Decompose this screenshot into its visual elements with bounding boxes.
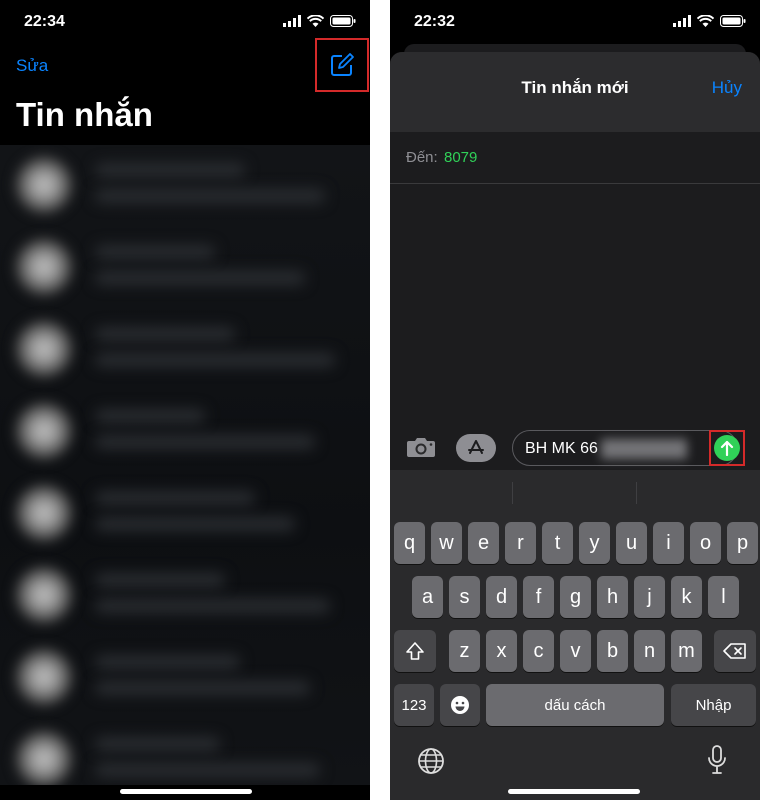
recipient-label: Đến: (406, 149, 438, 166)
emoji-key[interactable] (440, 684, 480, 726)
avatar (14, 483, 74, 543)
key-a[interactable]: a (412, 576, 443, 618)
conversation-row[interactable] (0, 309, 370, 391)
return-key[interactable]: Nhập (671, 684, 756, 726)
key-q[interactable]: q (394, 522, 425, 564)
space-key[interactable]: dấu cách (486, 684, 664, 726)
send-circle (714, 435, 740, 461)
numbers-key[interactable]: 123 (394, 684, 434, 726)
conversation-row[interactable] (0, 145, 370, 227)
compose-icon (331, 53, 354, 76)
new-message-screen: 22:32 Tin nhắn mới Hủy Đến: 8079 BH MK 6… (390, 0, 760, 800)
message-text: BH MK 66 (525, 440, 598, 457)
key-d[interactable]: d (486, 576, 517, 618)
battery-icon (330, 15, 356, 27)
message-text-field[interactable]: BH MK 66 (512, 430, 738, 466)
key-x[interactable]: x (486, 630, 517, 672)
conversation-row[interactable] (0, 473, 370, 555)
recipient-field[interactable]: Đến: 8079 (390, 132, 760, 184)
key-f[interactable]: f (523, 576, 554, 618)
avatar (14, 319, 74, 379)
key-e[interactable]: e (468, 522, 499, 564)
key-y[interactable]: y (579, 522, 610, 564)
app-store-icon (468, 440, 484, 454)
key-g[interactable]: g (560, 576, 591, 618)
predictive-bar (390, 470, 760, 514)
conversation-row[interactable] (0, 391, 370, 473)
send-button[interactable] (709, 430, 745, 466)
conversation-row[interactable] (0, 637, 370, 719)
key-w[interactable]: w (431, 522, 462, 564)
signal-icon (283, 15, 301, 27)
status-icons (283, 15, 356, 27)
page-title: Tin nhắn (16, 96, 153, 133)
key-u[interactable]: u (616, 522, 647, 564)
backspace-icon (723, 643, 746, 659)
conversation-row[interactable] (0, 555, 370, 637)
wifi-icon (307, 15, 324, 27)
avatar (14, 647, 74, 707)
key-v[interactable]: v (560, 630, 591, 672)
home-indicator[interactable] (508, 789, 640, 794)
status-time: 22:32 (414, 13, 455, 30)
avatar (14, 401, 74, 461)
key-p[interactable]: p (727, 522, 758, 564)
avatar (14, 565, 74, 625)
edit-button[interactable]: Sửa (16, 56, 48, 76)
avatar (14, 729, 74, 785)
key-m[interactable]: m (671, 630, 702, 672)
wifi-icon (697, 15, 714, 27)
avatar (14, 155, 74, 215)
key-s[interactable]: s (449, 576, 480, 618)
status-time: 22:34 (24, 13, 65, 30)
key-j[interactable]: j (634, 576, 665, 618)
shift-key[interactable] (394, 630, 436, 672)
key-l[interactable]: l (708, 576, 739, 618)
key-b[interactable]: b (597, 630, 628, 672)
conversation-list (0, 145, 370, 785)
conversation-row[interactable] (0, 719, 370, 785)
arrow-up-icon (720, 440, 734, 456)
home-indicator[interactable] (120, 789, 252, 794)
battery-icon (720, 15, 746, 27)
sheet-header: Tin nhắn mới Hủy (390, 52, 760, 132)
key-z[interactable]: z (449, 630, 480, 672)
signal-icon (673, 15, 691, 27)
status-icons (673, 15, 746, 27)
app-store-button[interactable] (456, 434, 496, 462)
message-input-bar: BH MK 66 (390, 428, 760, 470)
key-i[interactable]: i (653, 522, 684, 564)
microphone-icon[interactable] (706, 744, 728, 776)
key-k[interactable]: k (671, 576, 702, 618)
globe-icon[interactable] (416, 746, 446, 776)
key-r[interactable]: r (505, 522, 536, 564)
status-bar: 22:32 (390, 0, 760, 44)
redacted-text (601, 439, 687, 459)
emoji-icon (451, 696, 469, 714)
compose-button[interactable] (315, 38, 369, 92)
key-n[interactable]: n (634, 630, 665, 672)
key-h[interactable]: h (597, 576, 628, 618)
shift-icon (406, 642, 424, 660)
key-t[interactable]: t (542, 522, 573, 564)
key-c[interactable]: c (523, 630, 554, 672)
avatar (14, 237, 74, 297)
recipient-value[interactable]: 8079 (444, 149, 477, 166)
backspace-key[interactable] (714, 630, 756, 672)
messages-list-screen: 22:34 Sửa Tin nhắn (0, 0, 370, 800)
cancel-button[interactable]: Hủy (712, 78, 742, 98)
key-o[interactable]: o (690, 522, 721, 564)
keyboard: q w e r t y u i o p a s d f g h j k l z … (390, 470, 760, 800)
sheet-title: Tin nhắn mới (521, 78, 629, 97)
conversation-row[interactable] (0, 227, 370, 309)
camera-icon[interactable] (406, 436, 436, 458)
